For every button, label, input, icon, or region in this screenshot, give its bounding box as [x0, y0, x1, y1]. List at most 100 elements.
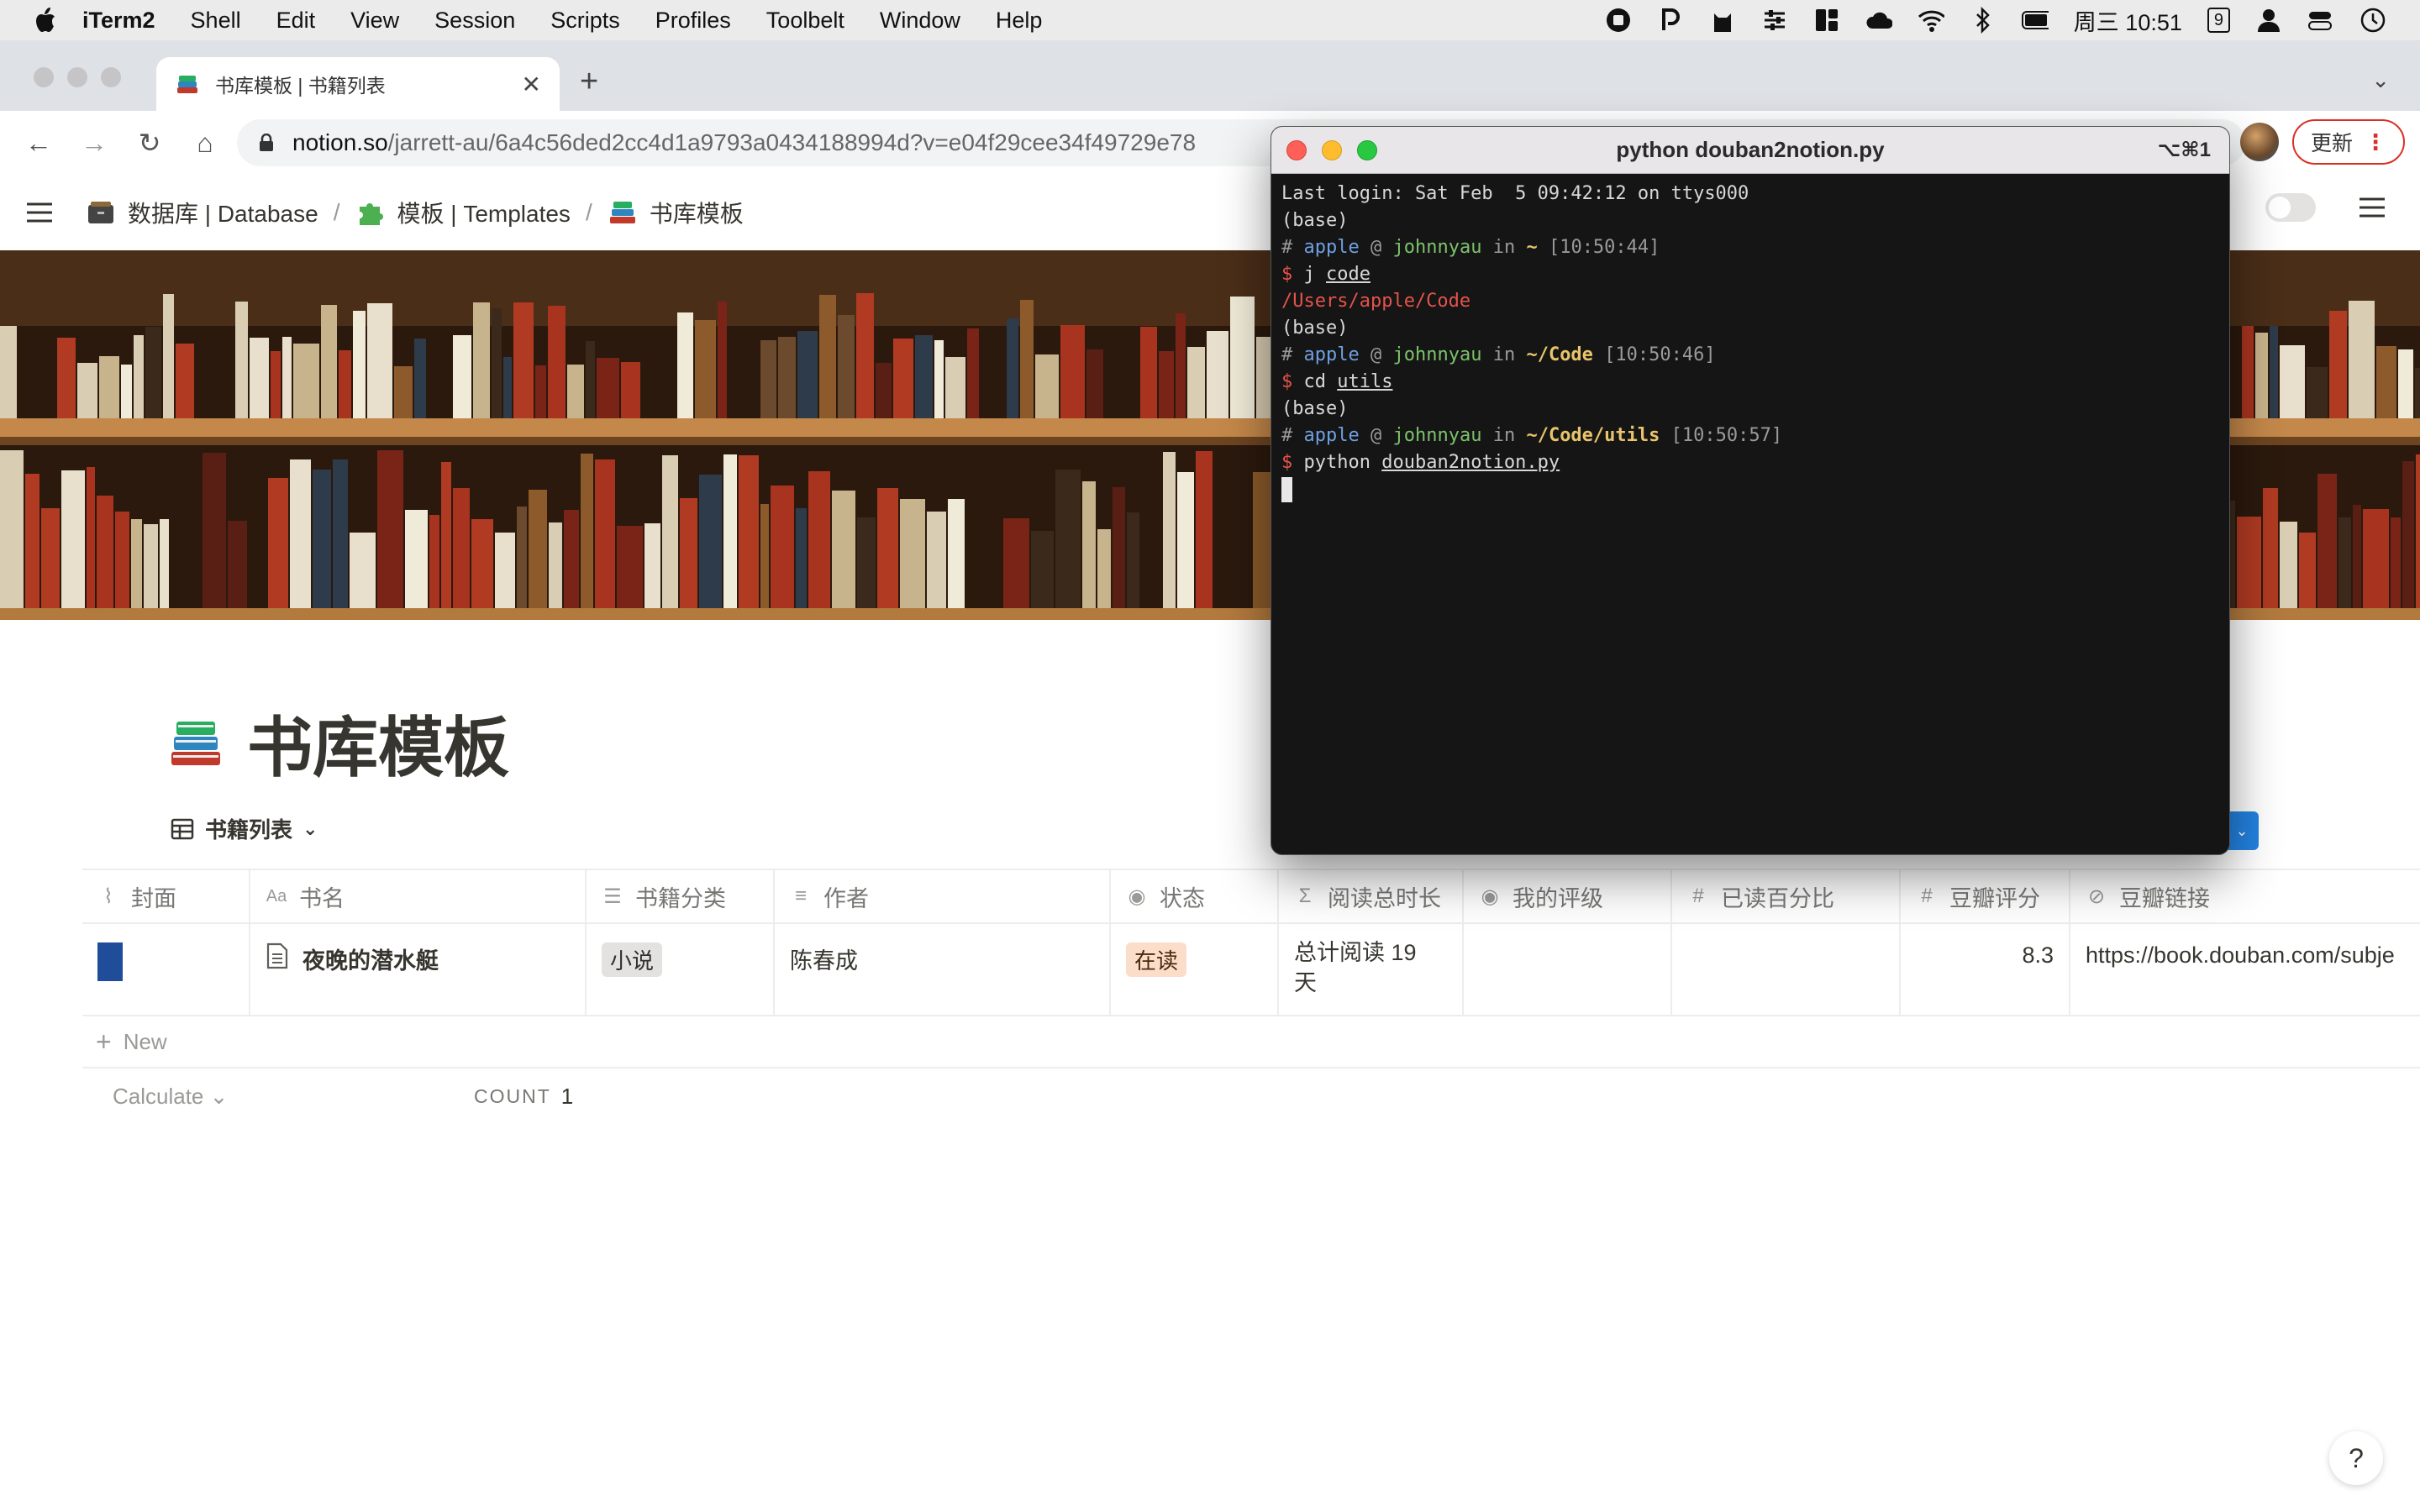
home-icon[interactable]: ⌂ [188, 126, 222, 160]
terminal-titlebar[interactable]: python douban2notion.py ⌥⌘1 [1271, 127, 2229, 174]
cell-duration[interactable]: 总计阅读 19 天 [1279, 924, 1464, 1015]
cell-category[interactable]: 小说 [587, 924, 775, 1015]
column-header-douban-score[interactable]: # 豆瓣评分 [1901, 870, 2070, 922]
battery-icon[interactable] [2021, 7, 2049, 34]
menu-window[interactable]: Window [880, 8, 960, 34]
terminal-command-line: $ j code [1281, 264, 1370, 285]
cell-status[interactable]: 在读 [1111, 924, 1279, 1015]
book-spine [1196, 451, 1213, 608]
layout-icon[interactable] [1813, 7, 1840, 34]
wifi-icon[interactable] [1918, 7, 1944, 34]
menu-app-name[interactable]: iTerm2 [82, 8, 155, 34]
p-app-icon[interactable] [1657, 7, 1684, 34]
desktop-number-badge[interactable]: 9 [2207, 8, 2230, 33]
cell-read-percent[interactable] [1672, 924, 1901, 1015]
book-spine [77, 363, 97, 418]
new-record-dropdown-button[interactable]: ⌄ [2225, 811, 2259, 850]
tab-close-icon[interactable]: ✕ [522, 71, 541, 98]
minimize-window-button[interactable] [67, 67, 87, 87]
browser-tab-active[interactable]: 书库模板 | 书籍列表 ✕ [156, 57, 560, 111]
cell-douban-link[interactable]: https://book.douban.com/subje [2070, 924, 2420, 1015]
apple-logo-icon[interactable] [32, 6, 57, 34]
cell-my-rating[interactable] [1464, 924, 1672, 1015]
column-header-title[interactable]: Aa 书名 [250, 870, 587, 922]
control-center-icon[interactable] [2307, 7, 2334, 34]
iterm-window[interactable]: python douban2notion.py ⌥⌘1 Last login: … [1270, 126, 2230, 855]
add-new-row-button[interactable]: + New [82, 1016, 2420, 1068]
menu-shell[interactable]: Shell [191, 8, 241, 34]
calculate-dropdown[interactable]: Calculate ⌄ [113, 1084, 474, 1110]
user-icon[interactable] [2255, 7, 2282, 34]
screen-time-icon[interactable] [2360, 7, 2386, 34]
column-header-douban-link[interactable]: ⊘ 豆瓣链接 [2070, 870, 2420, 922]
breadcrumb-templates[interactable]: 模板 | Templates [355, 196, 571, 229]
column-header-cover[interactable]: ⌇ 封面 [82, 870, 250, 922]
book-spine [1035, 354, 1059, 418]
book-spine [808, 471, 830, 608]
book-spine [832, 491, 855, 608]
menu-edit[interactable]: Edit [276, 8, 316, 34]
column-header-read-percent[interactable]: # 已读百分比 [1672, 870, 1901, 922]
column-header-status[interactable]: ◉ 状态 [1111, 870, 1279, 922]
close-window-button[interactable] [34, 67, 54, 87]
menu-help[interactable]: Help [996, 8, 1043, 34]
column-header-my-rating[interactable]: ◉ 我的评级 [1464, 870, 1672, 922]
cell-title[interactable]: 夜晚的潜水艇 [250, 924, 587, 1015]
profile-avatar[interactable] [2240, 123, 2279, 161]
dark-mode-toggle[interactable] [2265, 193, 2316, 222]
record-stop-icon[interactable] [1605, 7, 1632, 34]
terminal-line: Last login: Sat Feb 5 09:42:12 on ttys00… [1281, 183, 1749, 204]
books-page-icon[interactable] [166, 713, 225, 772]
terminal-line: (base) [1281, 398, 1349, 419]
book-spine [796, 508, 807, 608]
menubar-clock[interactable]: 周三 10:51 [2074, 4, 2182, 37]
column-header-category[interactable]: ☰ 书籍分类 [587, 870, 775, 922]
book-cover-thumbnail[interactable] [97, 942, 123, 981]
books-favicon-icon [177, 76, 197, 93]
book-spine [2338, 517, 2351, 608]
cat-app-icon[interactable] [1709, 7, 1736, 34]
cloud-icon[interactable] [1865, 7, 1892, 34]
sliders-icon[interactable] [1761, 7, 1788, 34]
breadcrumb-database[interactable]: 数据库 | Database [86, 196, 318, 229]
table-row[interactable]: 夜晚的潜水艇 小说 陈春成 在读 总计阅读 19 天 8.3 https://b… [82, 924, 2420, 1016]
text-aa-icon: Aa [266, 886, 287, 906]
menu-scripts[interactable]: Scripts [550, 8, 620, 34]
cell-douban-score[interactable]: 8.3 [1901, 924, 2070, 1015]
menu-profiles[interactable]: Profiles [655, 8, 731, 34]
bluetooth-icon[interactable] [1970, 7, 1996, 34]
cell-cover[interactable] [82, 924, 250, 1015]
zoom-window-button[interactable] [101, 67, 121, 87]
new-tab-button[interactable]: + [580, 64, 598, 100]
column-header-duration[interactable]: Σ 阅读总时长 [1279, 870, 1464, 922]
forward-arrow-icon[interactable]: → [77, 126, 111, 160]
book-spine [597, 358, 619, 418]
sidebar-menu-icon[interactable] [25, 202, 54, 223]
tab-search-chevron-icon[interactable]: ⌄ [2371, 67, 2390, 93]
cell-author[interactable]: 陈春成 [775, 924, 1111, 1015]
lock-icon[interactable] [259, 134, 274, 152]
column-header-author[interactable]: ≡ 作者 [775, 870, 1111, 922]
book-spine [934, 340, 944, 418]
menu-view[interactable]: View [350, 8, 399, 34]
book-spine [2398, 349, 2413, 418]
url-path: /jarrett-au/6a4c56ded2cc4d1a9793a0434188… [387, 129, 1197, 155]
menu-session[interactable]: Session [434, 8, 515, 34]
help-button[interactable]: ? [2329, 1431, 2383, 1485]
book-spine [1055, 470, 1081, 608]
reload-icon[interactable]: ↻ [133, 126, 166, 160]
book-spine [405, 510, 428, 608]
page-title[interactable]: 书库模板 [247, 696, 509, 790]
duration-text-line2: 天 [1294, 970, 1317, 995]
menu-toolbelt[interactable]: Toolbelt [766, 8, 844, 34]
count-label[interactable]: COUNT [474, 1085, 551, 1108]
book-spine [61, 470, 85, 608]
terminal-output[interactable]: Last login: Sat Feb 5 09:42:12 on ttys00… [1271, 174, 2229, 510]
breadcrumb-current-page[interactable]: 书库模板 [608, 196, 744, 229]
outline-menu-icon[interactable] [2358, 197, 2386, 218]
back-arrow-icon[interactable]: ← [22, 126, 55, 160]
book-spine [99, 356, 119, 418]
database-view-selector[interactable]: 书籍列表 ⌄ [170, 813, 318, 844]
browser-update-button[interactable]: 更新 ⋮ [2292, 119, 2405, 165]
douban-link-text[interactable]: https://book.douban.com/subje [2086, 942, 2395, 969]
